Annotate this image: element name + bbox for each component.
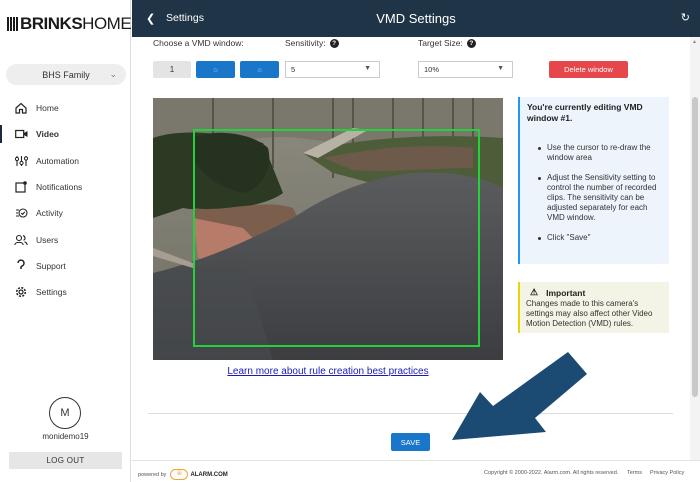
- powered-by: powered by ⦾ ALARM.COM: [138, 469, 228, 480]
- sidebar-item-video[interactable]: Video: [0, 121, 131, 147]
- scroll-up-icon[interactable]: ▲: [692, 39, 697, 45]
- help-icon[interactable]: ?: [466, 38, 476, 48]
- chevron-down-icon: ⌄: [109, 69, 117, 79]
- scrollbar[interactable]: ▲: [690, 37, 700, 460]
- terms-link[interactable]: Terms: [627, 470, 642, 476]
- target-size-label: Target Size:?: [418, 38, 476, 48]
- choose-window-label: Choose a VMD window:: [153, 38, 244, 48]
- support-icon: [14, 259, 28, 273]
- vmd-window-3-button[interactable]: ☼: [240, 61, 279, 78]
- top-header: ❮ Settings VMD Settings ↻: [132, 0, 700, 37]
- sensitivity-select[interactable]: 5 ▼: [285, 61, 380, 78]
- logout-button[interactable]: LOG OUT: [9, 452, 122, 469]
- video-camera-icon: [14, 127, 28, 141]
- sensitivity-label: Sensitivity:?: [285, 38, 339, 48]
- sidebar-item-label: Support: [36, 260, 66, 271]
- notification-icon: [14, 180, 28, 194]
- help-icon[interactable]: ?: [329, 38, 339, 48]
- sidebar-item-label: Notifications: [36, 182, 83, 193]
- activity-icon: [14, 206, 28, 220]
- home-icon: [14, 101, 28, 115]
- copyright: Copyright © 2000-2022. Alarm.com. All ri…: [484, 470, 619, 476]
- caret-down-icon: ▼: [497, 65, 504, 72]
- sidebar-item-activity[interactable]: Activity: [0, 200, 131, 226]
- target-size-value: 10%: [424, 65, 440, 74]
- caret-down-icon: ▼: [364, 65, 371, 72]
- sidebar-item-settings[interactable]: Settings: [0, 279, 131, 305]
- important-title: Important: [546, 287, 586, 298]
- sidebar-item-label: Settings: [36, 287, 67, 298]
- list-item: Use the cursor to re-draw the window are…: [538, 143, 662, 163]
- sidebar-item-support[interactable]: Support: [0, 253, 131, 279]
- sidebar-item-label: Activity: [36, 208, 63, 219]
- sidebar: BRINKSHOME™ BHS Family ⌄ Home Video Auto…: [0, 0, 137, 482]
- sidebar-item-automation[interactable]: Automation: [0, 148, 131, 174]
- refresh-icon[interactable]: ↻: [681, 11, 690, 24]
- annotation-arrow-icon: [452, 352, 587, 440]
- logo-bars-icon: [7, 17, 18, 31]
- camera-view[interactable]: [153, 98, 503, 360]
- list-item: Click "Save": [538, 233, 662, 243]
- users-icon: [14, 233, 28, 247]
- footer: powered by ⦾ ALARM.COM Copyright © 2000-…: [132, 460, 700, 482]
- account-selector[interactable]: BHS Family ⌄: [6, 64, 126, 85]
- vmd-info-panel: You're currently editing VMD window #1. …: [518, 97, 669, 264]
- scrollbar-thumb[interactable]: [692, 97, 698, 397]
- info-title: You're currently editing VMD window #1.: [527, 102, 643, 123]
- page-title: VMD Settings: [376, 11, 456, 26]
- sidebar-item-home[interactable]: Home: [0, 95, 131, 121]
- vmd-window-2-button[interactable]: ☼: [196, 61, 235, 78]
- delete-window-button[interactable]: Delete window: [549, 61, 628, 78]
- main-content: Choose a VMD window: Sensitivity:? Targe…: [132, 37, 690, 460]
- sidebar-item-users[interactable]: Users: [0, 226, 131, 252]
- vmd-window-rectangle[interactable]: [193, 129, 480, 347]
- gear-icon: [14, 285, 28, 299]
- list-item: Adjust the Sensitivity setting to contro…: [538, 173, 662, 223]
- sidebar-nav: Home Video Automation Notifications Acti…: [0, 95, 131, 305]
- important-notice: ⚠ Important Changes made to this camera'…: [518, 282, 669, 333]
- sidebar-item-label: Home: [36, 103, 59, 114]
- alarm-logo-icon: ⦾: [170, 469, 189, 480]
- warning-icon: ⚠: [530, 287, 539, 297]
- vmd-window-1-button[interactable]: 1: [153, 61, 191, 78]
- important-text: Changes made to this camera's settings m…: [526, 299, 653, 328]
- avatar[interactable]: M: [49, 397, 81, 429]
- automation-icon: [14, 154, 28, 168]
- sidebar-item-label: Users: [36, 234, 59, 245]
- account-name: BHS Family: [42, 69, 90, 80]
- brinks-home-logo[interactable]: BRINKSHOME™: [7, 14, 137, 34]
- privacy-policy-link[interactable]: Privacy Policy: [650, 470, 684, 476]
- sidebar-item-label: Video: [36, 129, 59, 140]
- sidebar-item-label: Automation: [36, 155, 79, 166]
- username: monidemo19: [42, 432, 89, 441]
- sensitivity-value: 5: [291, 65, 296, 74]
- save-button[interactable]: SAVE: [391, 433, 430, 451]
- sidebar-item-notifications[interactable]: Notifications: [0, 174, 131, 200]
- target-size-select[interactable]: 10% ▼: [418, 61, 513, 78]
- info-list: Use the cursor to re-draw the window are…: [527, 143, 662, 243]
